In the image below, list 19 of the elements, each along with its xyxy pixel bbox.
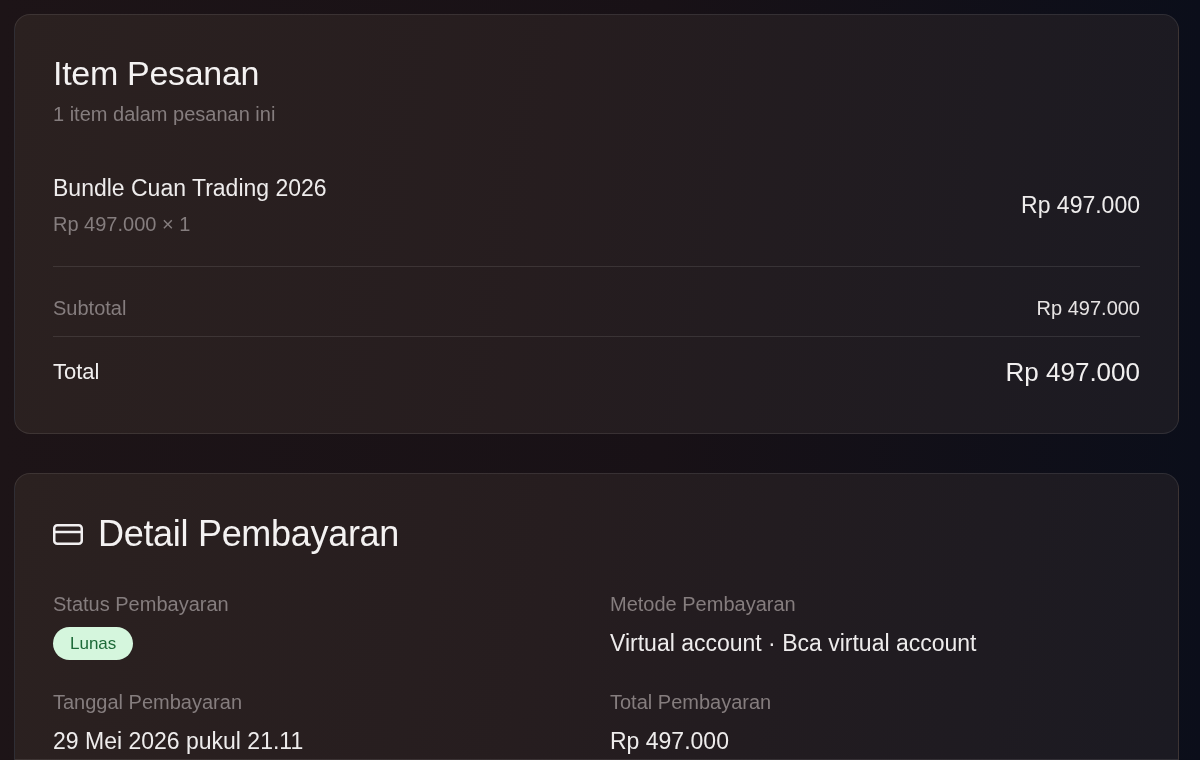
item-count-text: 1 item dalam pesanan ini <box>53 102 277 126</box>
field-value: Virtual account · Bca virtual account <box>610 630 977 656</box>
field-label: Tanggal Pembayaran <box>53 690 242 714</box>
section-title: Detail Pembayaran <box>98 512 400 556</box>
field-label: Total Pembayaran <box>610 690 772 714</box>
summary-amount: Rp 497.000 <box>1036 296 1140 320</box>
field-label: Status Pembayaran <box>53 592 229 616</box>
section-title: Item Pesanan <box>53 53 261 94</box>
field-value: Rp 497.000 <box>610 728 729 754</box>
field-value: 29 Mei 2026 pukul 21.11 <box>53 728 304 754</box>
summary-label: Total <box>53 358 100 386</box>
unit-price-text: Rp 497.000 × 1 <box>53 212 192 236</box>
summary-label: Subtotal <box>53 296 127 320</box>
credit-card-icon <box>53 523 83 545</box>
status-badge: Lunas <box>53 627 134 660</box>
field-label: Metode Pembayaran <box>610 592 796 616</box>
product-name: Bundle Cuan Trading 2026 <box>53 174 327 202</box>
item-amount: Rp 497.000 <box>1021 191 1140 219</box>
summary-amount: Rp 497.000 <box>1005 356 1140 388</box>
